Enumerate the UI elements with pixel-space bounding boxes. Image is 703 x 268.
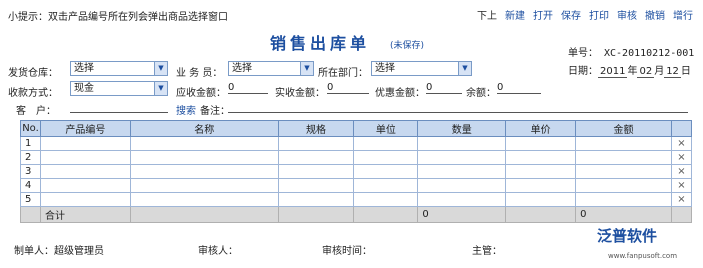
date-field[interactable]: 日期： 2011 年 02 月 12 日: [568, 62, 691, 78]
table-row: 5 ×: [20, 192, 693, 207]
remark-input[interactable]: [228, 101, 688, 113]
col-amount: 金额: [575, 120, 672, 137]
customer-search-link[interactable]: 搜索: [176, 102, 196, 117]
total-row: 合计 0 0: [20, 206, 693, 223]
balance-label: 余额：: [466, 88, 496, 99]
manager-label: 主管：: [472, 246, 502, 257]
toolbar-add-row[interactable]: 增行: [673, 7, 693, 22]
delete-row-icon[interactable]: ×: [670, 164, 693, 179]
table-row: 4 ×: [20, 178, 693, 193]
toolbar: 下上 新建 打开 保存 打印 审核 撤销 增行: [477, 7, 693, 22]
table-row: 1 ×: [20, 136, 693, 151]
pay-method-select[interactable]: 现金 ▼: [70, 81, 168, 96]
toolbar-undo[interactable]: 撤销: [645, 7, 665, 22]
total-quantity: 0: [417, 206, 507, 223]
salesman-select[interactable]: 选择 ▼: [228, 61, 314, 76]
chevron-down-icon: ▼: [458, 62, 471, 75]
toolbar-new[interactable]: 新建: [505, 7, 525, 22]
save-status: (未保存): [390, 41, 425, 51]
col-delete: [670, 120, 693, 137]
col-product-code: 产品编号: [39, 120, 131, 137]
chevron-down-icon: ▼: [154, 62, 167, 75]
toolbar-save[interactable]: 保存: [561, 7, 581, 22]
maker-info: 制单人：超级管理员: [14, 246, 104, 257]
logo-url: www.fanpusoft.com: [608, 252, 678, 260]
toolbar-print[interactable]: 打印: [589, 7, 609, 22]
toolbar-prev-next[interactable]: 下上: [477, 7, 497, 22]
col-name: 名称: [129, 120, 279, 137]
received-input[interactable]: 0: [327, 82, 369, 94]
customer-label: 客 户：: [16, 106, 56, 117]
discount-input[interactable]: 0: [426, 82, 462, 94]
warehouse-select[interactable]: 选择 ▼: [70, 61, 168, 76]
salesman-label: 业 务 员：: [176, 68, 223, 79]
total-amount: 0: [575, 206, 672, 223]
balance-input[interactable]: 0: [497, 82, 541, 94]
col-unit-price: 单价: [505, 120, 577, 137]
col-unit: 单位: [353, 120, 419, 137]
delete-row-icon[interactable]: ×: [670, 150, 693, 165]
chevron-down-icon: ▼: [154, 82, 167, 95]
page-title: 销售出库单: [270, 34, 371, 53]
table-row: 3 ×: [20, 164, 693, 179]
col-spec: 规格: [277, 120, 355, 137]
hint-text: 小提示：双击产品编号所在列会弹出商品选择窗口: [8, 12, 228, 23]
pay-method-label: 收款方式：: [8, 88, 58, 99]
received-label: 实收金额：: [275, 88, 325, 99]
receivable-input[interactable]: 0: [228, 82, 268, 94]
remark-label: 备注：: [200, 106, 230, 117]
toolbar-review[interactable]: 审核: [617, 7, 637, 22]
toolbar-open[interactable]: 打开: [533, 7, 553, 22]
discount-label: 优惠金额：: [375, 88, 425, 99]
col-no: No.: [20, 120, 41, 137]
review-time-label: 审核时间：: [322, 246, 372, 257]
chevron-down-icon: ▼: [300, 62, 313, 75]
reviewer-label: 审核人：: [198, 246, 238, 257]
customer-input[interactable]: [70, 101, 168, 113]
product-table: No. 产品编号 名称 规格 单位 数量 单价 金额 1 × 2 × 3 × 4 × 5…: [20, 120, 693, 223]
delete-row-icon[interactable]: ×: [670, 192, 693, 207]
department-select[interactable]: 选择 ▼: [371, 61, 472, 76]
warehouse-label: 发货仓库：: [8, 68, 58, 79]
delete-row-icon[interactable]: ×: [670, 178, 693, 193]
table-row: 2 ×: [20, 150, 693, 165]
total-label: 合计: [39, 206, 131, 223]
doc-number: 单号： XC-20110212-001: [568, 48, 695, 59]
fanpusoft-logo: 泛普软件: [597, 227, 658, 245]
receivable-label: 应收金额：: [176, 88, 226, 99]
delete-row-icon[interactable]: ×: [670, 136, 693, 151]
department-label: 所在部门：: [318, 68, 368, 79]
col-quantity: 数量: [417, 120, 507, 137]
